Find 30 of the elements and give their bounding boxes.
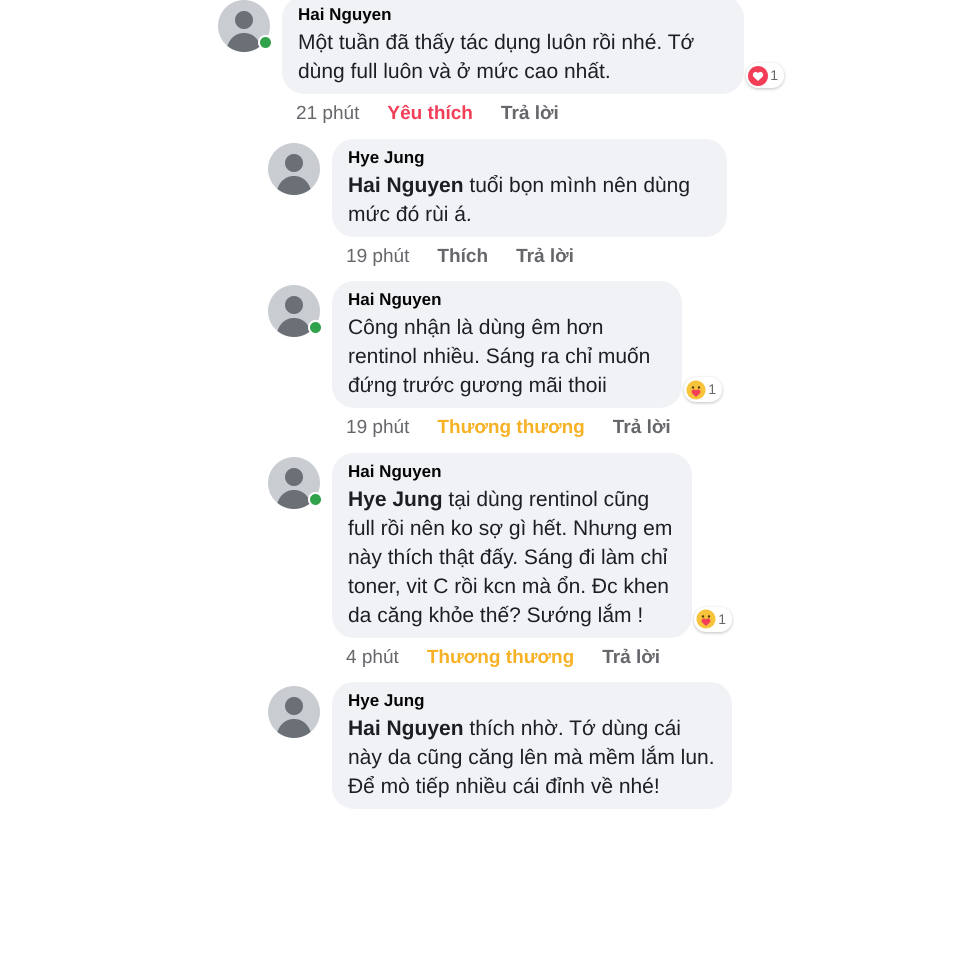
reaction-count[interactable]: 1 (746, 63, 784, 88)
reply-link[interactable]: Trả lời (500, 100, 559, 128)
reply-link[interactable]: Trả lời (602, 644, 660, 672)
author-name[interactable]: Hye Jung (348, 148, 425, 168)
reply-link[interactable]: Trả lời (516, 242, 574, 271)
author-name[interactable]: Hai Nguyen (348, 462, 442, 482)
avatar-icon[interactable] (218, 0, 270, 52)
avatar-icon[interactable] (268, 456, 320, 508)
react-link[interactable]: Yêu thích (387, 100, 473, 128)
comment-text: Công nhận là dùng êm hơn rentinol nhiều. Sáng ra chỉ muốn đứng trước gương mãi thoii (348, 315, 652, 399)
author-name[interactable]: Hai Nguyen (348, 290, 442, 310)
comment-text: Hai Nguyen tuổi bọn mình nên dùng mức đó rùi á. (348, 172, 692, 228)
reaction-count[interactable]: 1 (694, 606, 732, 632)
reaction-count[interactable]: 1 (684, 377, 722, 402)
author-name[interactable]: Hai Nguyen (298, 5, 392, 25)
avatar-icon[interactable] (268, 285, 320, 337)
comment-text: Hai Nguyen thích nhờ. Tớ dùng cái này da cũng căng lên mà mềm lắm lun. Để mò tiếp nhiều cái đỉnh về nhé! (348, 716, 716, 800)
comment-time: 21 phút (296, 102, 360, 126)
comment-time: 19 phút (346, 244, 410, 268)
hug-face-icon (686, 380, 706, 400)
comment-text: Một tuần đã thấy tác dụng luôn rồi nhé. Tớ dùng full luôn và ở mức cao nhất. (298, 30, 696, 85)
reply-link[interactable]: Trả lời (612, 414, 671, 442)
avatar-icon[interactable] (268, 686, 320, 738)
avatar-icon[interactable] (268, 142, 320, 194)
comment-time: 4 phút (346, 646, 399, 670)
react-link[interactable]: Thích (437, 242, 488, 271)
author-name[interactable]: Hye Jung (348, 691, 425, 711)
hug-face-icon (696, 609, 716, 629)
comment-time: 19 phút (346, 416, 410, 440)
comment-text: Hye Jung tại dùng rentinol cũng full rồi nên ko sợ gì hết. Nhưng em này thích thật đấy. Sáng đi làm chỉ toner, vit C rồi kcn mà ổn. Đc khen da căng khỏe thế? Sướng lắm ! (348, 486, 674, 628)
